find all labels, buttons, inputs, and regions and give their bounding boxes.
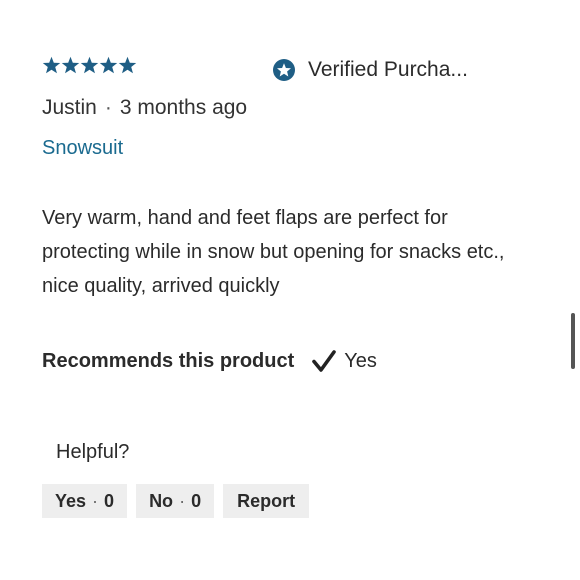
yes-label: Yes — [55, 490, 87, 511]
star-icon — [99, 56, 118, 75]
verified-star-icon — [273, 59, 295, 81]
checkmark-icon — [312, 349, 337, 373]
helpful-yes-button[interactable]: Yes · 0 — [42, 484, 128, 518]
reviewer-meta: Justin · 3 months ago — [42, 96, 247, 120]
star-rating — [42, 56, 137, 75]
recommends-label: Recommends this product — [42, 349, 295, 372]
recommends-value: Yes — [344, 349, 377, 372]
report-button[interactable]: Report — [223, 484, 310, 518]
star-icon — [42, 56, 61, 75]
star-icon — [80, 56, 99, 75]
helpful-label: Helpful? — [56, 441, 130, 463]
verified-purchase-badge: Verified Purcha... — [273, 58, 468, 82]
verified-purchase-label: Verified Purcha... — [308, 58, 468, 81]
no-count: 0 — [191, 490, 202, 511]
product-link[interactable]: Snowsuit — [42, 137, 123, 160]
star-icon — [61, 56, 80, 75]
feedback-buttons: Yes · 0 No · 0 Report — [42, 484, 310, 518]
reviewer-name: Justin — [42, 96, 97, 119]
review-text: Very warm, hand and feet flaps are perfe… — [42, 207, 505, 297]
no-separator: · — [179, 490, 186, 511]
scrollbar-thumb[interactable] — [571, 313, 575, 369]
star-icon — [118, 56, 137, 75]
meta-separator: · — [104, 96, 112, 119]
review-date: 3 months ago — [119, 96, 248, 119]
recommends-row: Recommends this product Yes — [42, 349, 377, 373]
yes-count: 0 — [104, 490, 115, 511]
no-label: No — [149, 490, 174, 511]
yes-separator: · — [92, 490, 99, 511]
helpful-no-button[interactable]: No · 0 — [136, 484, 215, 518]
